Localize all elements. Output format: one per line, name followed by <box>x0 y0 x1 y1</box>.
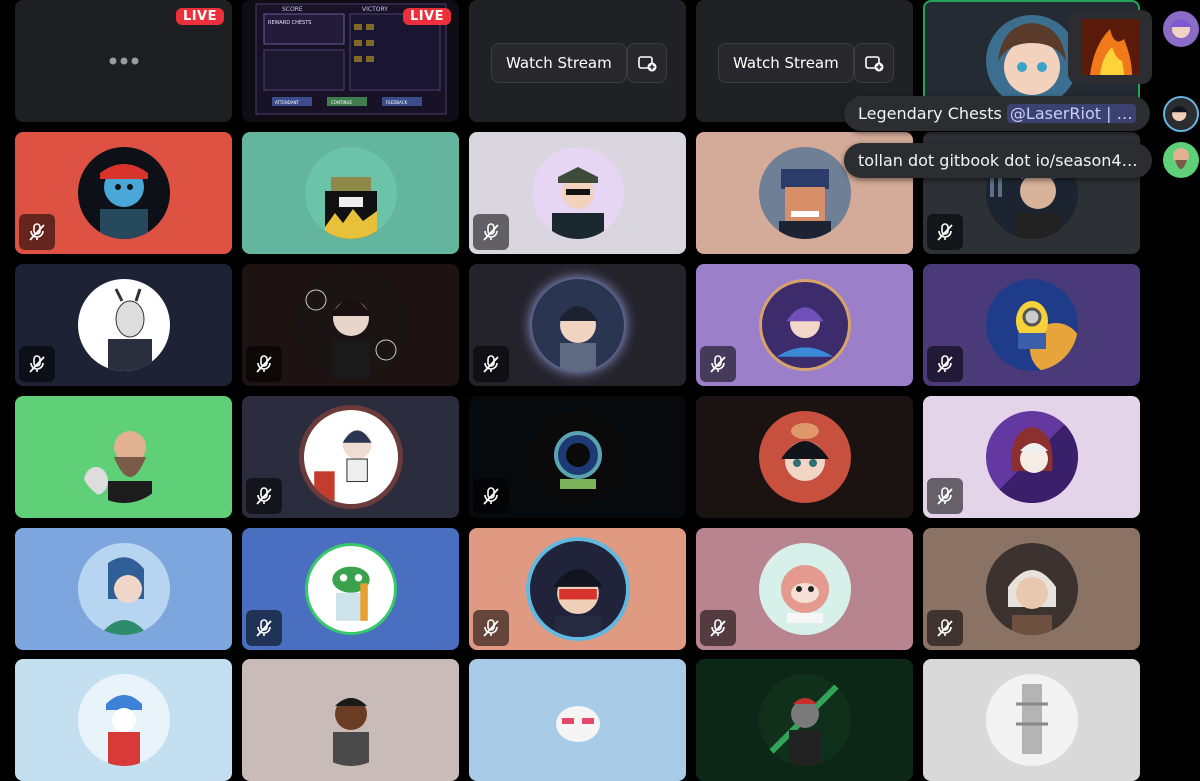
user-avatar <box>77 543 170 635</box>
score-label: SCORE <box>282 6 303 13</box>
user-tile[interactable] <box>242 528 459 650</box>
microphone-slash-icon <box>473 478 509 514</box>
user-tile[interactable] <box>469 528 686 650</box>
microphone-slash-icon <box>246 610 282 646</box>
user-avatar <box>531 147 624 239</box>
user-avatar <box>985 279 1078 371</box>
user-avatar <box>77 279 170 371</box>
user-tile[interactable] <box>469 396 686 518</box>
user-avatar <box>985 543 1078 635</box>
user-avatar <box>985 411 1078 503</box>
user-avatar <box>985 15 1078 107</box>
user-avatar <box>531 411 624 503</box>
preview-thumbnail <box>1082 19 1140 75</box>
add-stream-icon[interactable] <box>627 43 667 83</box>
chat-message-text: tollan dot gitbook dot io/season4… <box>858 151 1138 170</box>
user-tile[interactable] <box>469 659 686 781</box>
user-tile[interactable] <box>242 264 459 386</box>
more-dots-icon <box>109 57 138 65</box>
user-tile[interactable] <box>469 132 686 254</box>
user-avatar <box>304 674 397 766</box>
reward-chests-label: REWARD CHESTS <box>268 20 311 26</box>
add-stream-icon[interactable] <box>854 43 894 83</box>
user-mention[interactable]: @LaserRiot | … <box>1006 104 1136 123</box>
user-avatar <box>77 411 170 503</box>
user-avatar <box>531 279 624 371</box>
game-button-1: ATTENDANT <box>275 100 300 105</box>
user-avatar <box>758 543 851 635</box>
chat-author-avatar[interactable] <box>1163 142 1199 178</box>
user-avatar <box>295 270 406 380</box>
live-badge: LIVE <box>175 8 224 25</box>
user-avatar <box>525 537 630 641</box>
user-avatar <box>304 147 397 239</box>
user-tile[interactable] <box>696 396 913 518</box>
chat-author-avatar[interactable] <box>1163 11 1199 47</box>
user-tile[interactable] <box>15 659 232 781</box>
microphone-slash-icon <box>927 346 963 382</box>
victory-label: VICTORY <box>362 6 388 13</box>
user-avatar <box>304 543 397 635</box>
user-avatar <box>77 674 170 766</box>
user-avatar <box>531 674 624 766</box>
microphone-slash-icon <box>927 478 963 514</box>
microphone-slash-icon <box>246 346 282 382</box>
microphone-slash-icon <box>246 478 282 514</box>
microphone-slash-icon <box>19 346 55 382</box>
game-button-3: FEEDBACK <box>386 100 408 105</box>
watch-stream-button[interactable]: Watch Stream <box>491 43 627 83</box>
chat-bubble[interactable]: tollan dot gitbook dot io/season4… <box>844 143 1152 178</box>
user-tile[interactable] <box>15 132 232 254</box>
microphone-slash-icon <box>19 214 55 250</box>
stream-tile-2[interactable]: SCORE VICTORY REWARD CHESTS ATTENDANT CO… <box>242 0 459 122</box>
user-tile[interactable] <box>696 264 913 386</box>
user-tile[interactable] <box>242 396 459 518</box>
user-tile[interactable] <box>923 264 1140 386</box>
microphone-slash-icon <box>473 214 509 250</box>
game-button-2: CONTINUE <box>331 100 352 105</box>
microphone-slash-icon <box>473 346 509 382</box>
live-badge: LIVE <box>402 8 451 25</box>
popout-preview[interactable] <box>1068 10 1152 84</box>
user-tile[interactable] <box>923 528 1140 650</box>
user-tile[interactable] <box>15 528 232 650</box>
stream-tile-3[interactable]: Watch Stream <box>469 0 686 122</box>
user-tile[interactable] <box>469 264 686 386</box>
user-avatar <box>77 147 170 239</box>
chat-bubble[interactable]: Legendary Chests @LaserRiot | … <box>844 96 1150 131</box>
chat-author-avatar[interactable] <box>1163 96 1199 132</box>
microphone-slash-icon <box>927 610 963 646</box>
user-avatar <box>298 405 403 509</box>
microphone-slash-icon <box>473 610 509 646</box>
user-avatar <box>758 279 851 371</box>
user-avatar <box>985 674 1078 766</box>
microphone-slash-icon <box>927 214 963 250</box>
user-tile[interactable] <box>696 528 913 650</box>
stream-tile-1[interactable]: LIVE <box>15 0 232 122</box>
user-tile[interactable] <box>242 659 459 781</box>
user-tile[interactable] <box>15 264 232 386</box>
watch-stream-button[interactable]: Watch Stream <box>718 43 854 83</box>
user-avatar <box>758 674 851 766</box>
user-tile[interactable] <box>242 132 459 254</box>
user-avatar <box>758 147 851 239</box>
microphone-slash-icon <box>700 346 736 382</box>
user-tile[interactable] <box>923 659 1140 781</box>
microphone-slash-icon <box>700 610 736 646</box>
user-tile[interactable] <box>15 396 232 518</box>
user-avatar <box>758 411 851 503</box>
chat-message-text: Legendary Chests <box>858 104 1002 123</box>
user-tile[interactable] <box>696 659 913 781</box>
user-tile[interactable] <box>923 396 1140 518</box>
